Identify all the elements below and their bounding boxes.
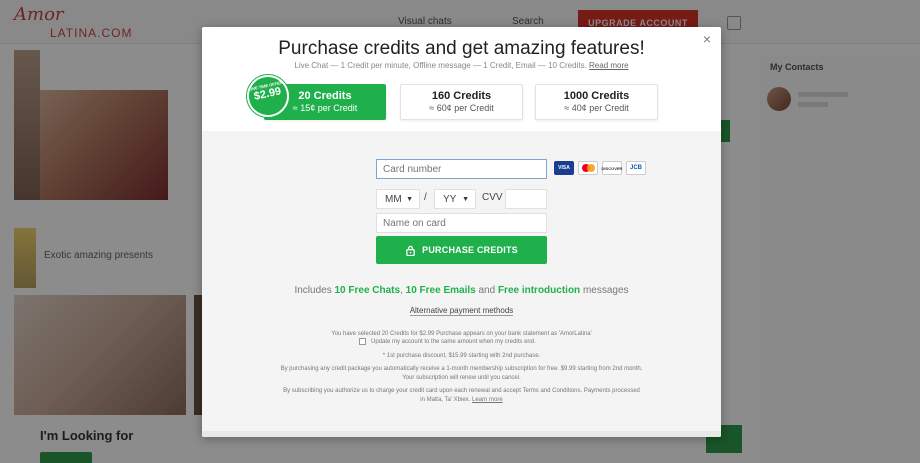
- free-chats: 10 Free Chats: [334, 285, 401, 296]
- cvv-input[interactable]: [505, 189, 547, 209]
- expiry-year-select[interactable]: YY ▼: [434, 189, 476, 209]
- free-introduction: Free introduction: [497, 285, 581, 296]
- processing-location: in Malta, Ta' Xbiex.: [420, 397, 471, 403]
- alternative-payment: Alternative payment methods: [202, 306, 721, 316]
- plan-1000-credits[interactable]: 1000 Credits ≈ 40¢ per Credit: [535, 84, 658, 120]
- membership-note: By purchasing any credit package you aut…: [280, 366, 643, 372]
- purchase-credits-modal: × Purchase credits and get amazing featu…: [202, 27, 721, 437]
- plan-160-credits[interactable]: 160 Credits ≈ 60¢ per Credit: [400, 84, 523, 120]
- modal-subtitle: Live Chat — 1 Credit per minute, Offline…: [202, 61, 721, 70]
- modal-footer-bar: [202, 431, 721, 437]
- update-account-label: Update my account to the same amount whe…: [371, 338, 536, 345]
- pricing-info: Live Chat — 1 Credit per minute, Offline…: [294, 61, 587, 70]
- plan-title: 1000 Credits: [563, 90, 630, 102]
- authorization-note: By subscribing you authorize us to charg…: [283, 388, 640, 394]
- card-brand-icons: VISA DISCOVER JCB: [554, 161, 646, 175]
- includes-text: Includes 10 Free Chats, 10 Free Emails a…: [202, 285, 721, 296]
- jcb-icon: JCB: [626, 161, 646, 175]
- alternative-payment-link[interactable]: Alternative payment methods: [409, 306, 514, 316]
- discover-icon: DISCOVER: [602, 161, 622, 175]
- includes-prefix: Includes: [294, 285, 332, 296]
- modal-title: Purchase credits and get amazing feature…: [278, 38, 645, 59]
- authorization-note-2: in Malta, Ta' Xbiex. Learn more: [202, 396, 721, 404]
- expiry-month-select[interactable]: MM ▼: [376, 189, 420, 209]
- purchase-credits-button[interactable]: PURCHASE CREDITS: [376, 236, 547, 264]
- payment-form: VISA DISCOVER JCB MM ▼ / YY ▼ CVV PURCHA…: [202, 131, 721, 437]
- selected-statement: You have selected 20 Credits for $2.99 P…: [331, 331, 592, 337]
- discount-note: * 1st purchase discount, $15.99 starting…: [382, 353, 541, 359]
- plan-title: 160 Credits: [431, 90, 492, 102]
- free-emails: 10 Free Emails: [405, 285, 476, 296]
- expiry-year-value: YY: [443, 193, 457, 205]
- mastercard-icon: [578, 161, 598, 175]
- card-number-input[interactable]: [376, 159, 547, 179]
- read-more-link[interactable]: Read more: [589, 61, 629, 70]
- lock-icon: [406, 245, 415, 256]
- includes-and: and: [478, 285, 496, 296]
- plan-price: ≈ 40¢ per Credit: [564, 103, 629, 113]
- includes-suffix: messages: [582, 285, 629, 296]
- chevron-down-icon: ▼: [462, 196, 469, 203]
- update-account-row[interactable]: Update my account to the same amount whe…: [359, 338, 536, 345]
- expiry-month-value: MM: [385, 193, 402, 205]
- learn-more-link[interactable]: Learn more: [472, 397, 503, 403]
- visa-icon: VISA: [554, 161, 574, 175]
- cvv-label: CVV: [482, 192, 503, 203]
- purchase-credits-label: PURCHASE CREDITS: [422, 245, 518, 255]
- expiry-separator: /: [424, 192, 427, 203]
- update-account-checkbox[interactable]: [359, 338, 366, 345]
- name-on-card-input[interactable]: [376, 213, 547, 233]
- plan-price: ≈ 60¢ per Credit: [429, 103, 494, 113]
- chevron-down-icon: ▼: [406, 196, 413, 203]
- renewal-note: Your subscription will renew until you c…: [402, 375, 521, 381]
- includes-comma: ,: [400, 285, 403, 296]
